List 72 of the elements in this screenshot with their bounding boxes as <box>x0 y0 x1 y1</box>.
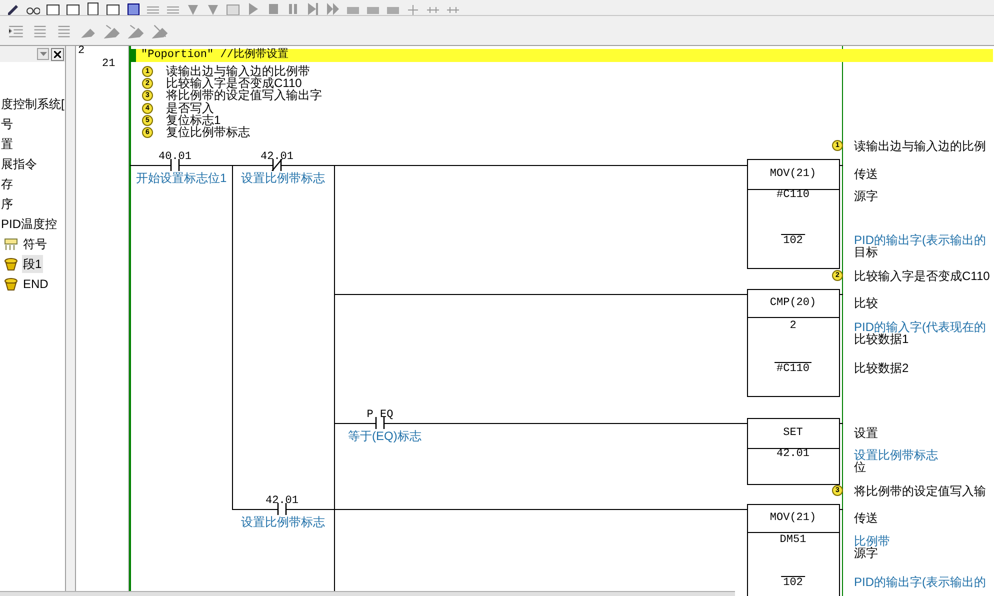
pause-icon[interactable] <box>286 1 300 15</box>
play-icon[interactable] <box>246 1 260 15</box>
fast-forward-icon[interactable] <box>326 1 340 15</box>
section-icon <box>4 258 18 270</box>
operand-comment: PID的输出字(表示输出的 <box>854 234 986 246</box>
operand-label: 比较数据2 <box>854 362 909 374</box>
tree-item[interactable]: 符号 <box>22 235 48 253</box>
operand-value: DM51 <box>778 535 808 546</box>
rung-comment: "Poportion" //比例带设置 <box>141 49 288 62</box>
instruction-mnemonic: MOV(21) <box>770 168 816 180</box>
tree-item[interactable]: 序 <box>0 195 14 213</box>
close-button[interactable] <box>51 48 64 60</box>
instruction-mnemonic: MOV(21) <box>770 512 816 524</box>
instruction-description: 比较 <box>854 297 878 309</box>
contact-comment: 等于(EQ)标志 <box>348 430 422 443</box>
contact-comment: 设置比例带标志 <box>241 172 325 185</box>
operand-comment: PID的输入字(代表现在的 <box>854 321 986 333</box>
close-icon <box>54 50 61 58</box>
tree-item[interactable]: 置 <box>0 135 14 153</box>
instruction-description: 设置 <box>854 427 878 439</box>
instruction-comment: 读输出边与输入边的比例 <box>854 140 986 152</box>
section-icon <box>4 278 18 290</box>
instruction-description: 传送 <box>854 168 878 180</box>
note-text: 是否写入 <box>166 102 214 114</box>
tree-item[interactable]: 段1 <box>22 255 43 273</box>
instruction-description: 传送 <box>854 512 878 524</box>
operand-value: #C110 <box>774 362 812 375</box>
instruction-comment: 比较输入字是否变成C110 <box>854 270 990 282</box>
caret-icon <box>40 52 46 56</box>
instruction-mnemonic: CMP(20) <box>770 297 816 309</box>
note-text: 将比例带的设定值写入输出字 <box>166 89 322 102</box>
instruction-comment: 将比例带的设定值写入输 <box>854 485 986 497</box>
note-text: 复位标志1 <box>166 114 221 126</box>
operand-value: 102 <box>781 234 805 247</box>
tree-item[interactable]: END <box>22 275 50 293</box>
scrollbar[interactable] <box>0 591 735 596</box>
step-icon[interactable] <box>306 1 320 15</box>
contact-address: 40.01 <box>158 151 192 163</box>
section-number: 2 <box>78 46 85 57</box>
operand-value: 102 <box>781 576 805 589</box>
rung-marker <box>130 49 136 62</box>
operand-label: 源字 <box>854 547 878 559</box>
pin-icon[interactable] <box>152 22 168 38</box>
operand-value: 42.01 <box>776 449 810 460</box>
note-text: 比较输入字是否变成C110 <box>166 77 302 90</box>
tree-item[interactable]: 存 <box>0 175 14 193</box>
operand-label: 目标 <box>854 246 878 258</box>
operand-comment: PID的输出字(表示输出的 <box>854 576 986 588</box>
operand-value: 2 <box>788 321 798 332</box>
pin-icon[interactable] <box>104 22 120 38</box>
contact-comment: 开始设置标志位1 <box>136 172 227 185</box>
operand-label: 位 <box>854 461 866 473</box>
pin-icon[interactable] <box>128 22 144 38</box>
document-icon[interactable] <box>86 1 100 15</box>
operand-label: 比较数据1 <box>854 333 909 345</box>
operand-label: 源字 <box>854 190 878 202</box>
tree-item[interactable]: 度控制系统[ <box>0 95 65 113</box>
tree-item[interactable]: PID温度控 <box>0 215 58 233</box>
rung-number: 21 <box>102 57 116 72</box>
note-text: 复位比例带标志 <box>166 126 250 138</box>
symbol-table-icon <box>4 238 18 250</box>
contact-address: 42.01 <box>266 495 298 507</box>
operand-comment: 设置比例带标志 <box>854 449 938 461</box>
tree-item[interactable]: 号 <box>0 115 14 133</box>
instruction-mnemonic: SET <box>783 427 803 439</box>
operand-value: #C110 <box>776 190 810 201</box>
contact-comment: 设置比例带标志 <box>241 516 325 529</box>
note-text: 读输出边与输入边的比例带 <box>166 65 310 77</box>
contact-address: 42.01 <box>260 151 294 163</box>
stop-icon[interactable] <box>266 1 280 15</box>
tree-item[interactable]: 展指令 <box>0 155 38 173</box>
operand-comment: 比例带 <box>854 535 890 547</box>
